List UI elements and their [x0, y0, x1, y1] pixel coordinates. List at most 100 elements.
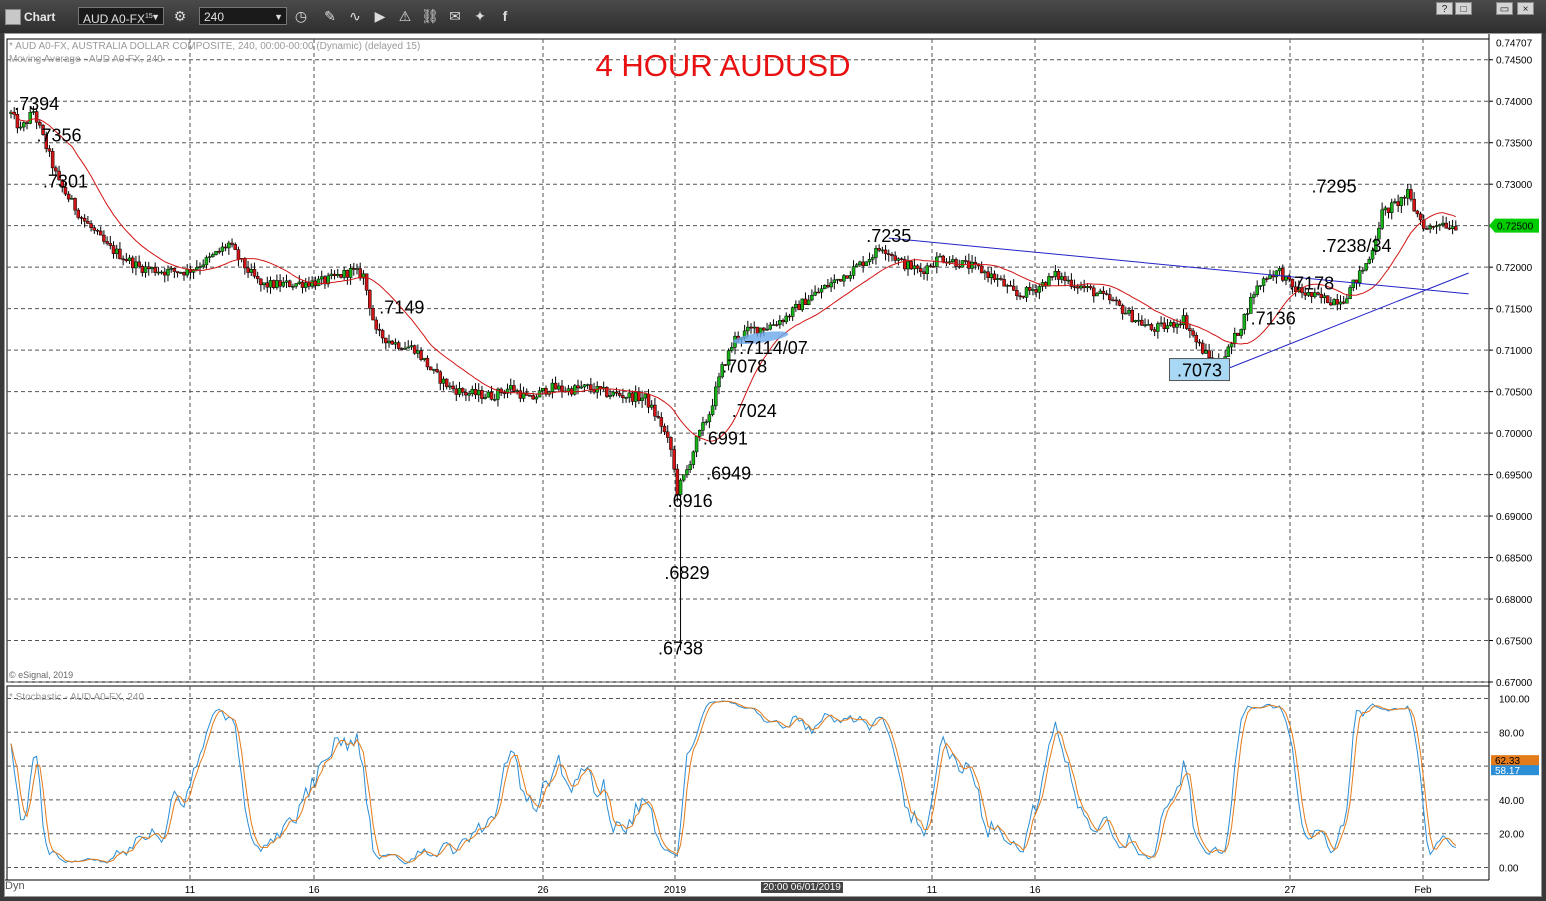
candle-down	[364, 273, 369, 291]
help-button[interactable]: ?	[1436, 2, 1453, 15]
candle-down	[332, 273, 337, 276]
interval-input[interactable]: 240 ▼	[199, 7, 287, 25]
candle-up	[640, 397, 644, 401]
restore-button[interactable]: □	[1455, 2, 1472, 15]
candle-up	[457, 388, 462, 395]
candle-up	[18, 126, 23, 129]
candle-up	[1322, 295, 1327, 299]
candle-up	[1053, 271, 1058, 277]
candle-up	[1380, 209, 1384, 229]
comment-icon[interactable]: ✉	[446, 7, 464, 25]
candle-up	[114, 248, 119, 254]
candle-up	[704, 421, 708, 424]
candle-down	[230, 242, 234, 245]
candle-down	[576, 385, 580, 389]
candle-down	[1076, 286, 1080, 289]
candle-down	[130, 257, 135, 269]
candle-up	[681, 474, 686, 481]
alert-icon[interactable]: ⚠	[396, 7, 414, 25]
candle-down	[259, 278, 263, 286]
price-tick-label: 0.70500	[1496, 388, 1533, 399]
candle-down	[1027, 287, 1032, 291]
candle-down	[1130, 309, 1134, 323]
candle-up	[746, 326, 750, 332]
candle-down	[838, 278, 843, 282]
candle-down	[963, 260, 968, 262]
candle-up	[275, 280, 279, 288]
minimize-button[interactable]: ▭	[1496, 2, 1513, 15]
candle-down	[480, 390, 484, 399]
time-tick-label: 16	[308, 885, 320, 896]
chart-panel[interactable]: 0.74500 0.74000 0.73500 0.73000 0.72500 0.720…	[4, 33, 1542, 897]
candle-up	[319, 276, 324, 280]
candle-down	[861, 261, 865, 267]
symbol-input[interactable]: AUD A0-FX15 ▼	[78, 7, 164, 26]
candle-down	[915, 265, 920, 269]
candle-down	[1200, 342, 1205, 354]
pencil-icon[interactable]: ✎	[321, 7, 339, 25]
candle-down	[163, 271, 167, 276]
candle-up	[688, 464, 692, 470]
candle-down	[1431, 226, 1436, 228]
candle-up	[1156, 323, 1160, 332]
candle-up	[566, 388, 571, 392]
candle-up	[627, 392, 632, 398]
candle-up	[403, 347, 407, 350]
candle-down	[1415, 210, 1420, 215]
candle-up	[790, 307, 795, 317]
candle-down	[339, 274, 343, 278]
stoch-tick-label: 40.00	[1499, 796, 1524, 807]
candle-up	[867, 258, 872, 263]
candle-up	[198, 266, 202, 268]
candle-down	[1063, 276, 1067, 281]
chart-svg[interactable]: 0.74500 0.74000 0.73500 0.73000 0.72500 0.720…	[5, 34, 1541, 896]
candle-up	[483, 396, 487, 399]
dynamic-label[interactable]: Dyn	[5, 880, 25, 892]
stoch-k-value: 58.17	[1495, 766, 1520, 777]
candle-down	[1111, 299, 1115, 302]
twitter-icon[interactable]: ✦	[471, 7, 489, 25]
candle-down	[928, 265, 933, 268]
copyright-label: © eSignal, 2019	[9, 670, 74, 680]
candle-down	[1149, 324, 1154, 330]
candle-up	[1079, 285, 1083, 289]
play-icon[interactable]: ▶	[371, 7, 389, 25]
candle-up	[579, 386, 583, 389]
close-button[interactable]: ×	[1517, 2, 1534, 15]
gear-icon[interactable]: ⚙	[171, 7, 189, 25]
candle-down	[957, 266, 961, 268]
candle-down	[1011, 285, 1016, 291]
facebook-icon[interactable]: f	[496, 7, 514, 25]
candle-up	[611, 391, 616, 396]
candle-up	[1133, 320, 1138, 323]
price-annotation: .7301	[43, 171, 88, 191]
candle-up	[765, 328, 769, 331]
candle-up	[1393, 201, 1397, 203]
candle-down	[1101, 290, 1106, 294]
candle-up	[342, 270, 346, 278]
price-annotation: .6829	[664, 563, 709, 583]
candle-down	[922, 271, 926, 274]
candle-up	[1332, 299, 1336, 306]
candle-up	[1252, 294, 1256, 298]
candle-up	[1066, 279, 1070, 282]
price-tick-label: 0.73000	[1496, 180, 1533, 191]
clock-icon[interactable]: ◷	[292, 7, 310, 25]
price-annotation: .7178	[1289, 273, 1334, 293]
candle-down	[182, 272, 186, 276]
wave-icon[interactable]: ∿	[346, 7, 364, 25]
candle-up	[185, 268, 189, 276]
symbol-value: AUD A0-FX	[83, 12, 146, 26]
candle-up	[1037, 286, 1042, 293]
candle-up	[534, 396, 539, 400]
candle-down	[102, 234, 106, 242]
candle-down	[909, 261, 913, 270]
candle-down	[621, 395, 625, 399]
candle-down	[845, 275, 849, 279]
candle-down	[1120, 305, 1125, 314]
candle-up	[486, 391, 491, 398]
candle-up	[1255, 285, 1259, 295]
link-icon[interactable]: ⛓	[421, 7, 439, 25]
last-price-label: 0.72500	[1497, 222, 1534, 233]
candle-up	[1364, 263, 1368, 271]
